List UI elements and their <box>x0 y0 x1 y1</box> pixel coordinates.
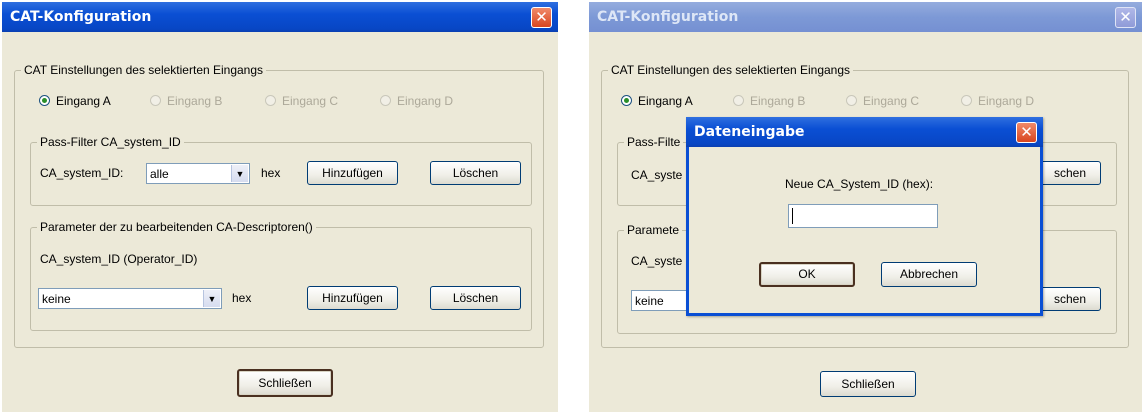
operator-id-label: CA_syste <box>631 254 683 268</box>
close-window-icon[interactable]: ✕ <box>531 7 552 28</box>
parameter-legend: Parameter der zu bearbeitenden CA-Descri… <box>37 220 316 234</box>
ca-system-id-combo[interactable]: alle ▼ <box>146 163 250 184</box>
radio-eingang-d: Eingang D <box>380 94 453 108</box>
close-button[interactable]: Schließen <box>820 371 916 397</box>
close-window-icon[interactable]: ✕ <box>1115 7 1136 28</box>
pass-filter-legend: Pass-Filte <box>624 135 684 149</box>
ca-system-id-label: CA_system_ID: <box>40 166 124 180</box>
radio-eingang-c: Eingang C <box>265 94 338 108</box>
radio-selected-icon <box>621 95 632 106</box>
add-button[interactable]: Hinzufügen <box>307 286 398 310</box>
radio-eingang-b: Eingang B <box>733 94 805 108</box>
radio-eingang-d: Eingang D <box>961 94 1034 108</box>
cat-settings-legend: CAT Einstellungen des selektierten Einga… <box>21 63 267 77</box>
combo-value: keine <box>42 291 71 306</box>
operator-id-combo[interactable]: keine ▼ <box>38 288 222 309</box>
radio-icon <box>733 95 744 106</box>
unit-hex-label: hex <box>261 166 281 180</box>
chevron-down-icon[interactable]: ▼ <box>231 165 248 182</box>
cancel-button[interactable]: Abbrechen <box>881 262 977 287</box>
radio-icon <box>846 95 857 106</box>
cat-settings-legend: CAT Einstellungen des selektierten Einga… <box>608 63 854 77</box>
radio-icon <box>150 95 161 106</box>
close-button[interactable]: Schließen <box>237 369 333 397</box>
ca-system-id-input[interactable] <box>788 204 938 228</box>
radio-selected-icon <box>39 95 50 106</box>
add-button[interactable]: Hinzufügen <box>307 161 398 185</box>
unit-hex-label: hex <box>232 291 252 305</box>
operator-id-label: CA_system_ID (Operator_ID) <box>40 252 198 266</box>
delete-button[interactable]: Löschen <box>430 161 521 185</box>
ok-button[interactable]: OK <box>759 262 855 287</box>
close-dialog-icon[interactable]: ✕ <box>1016 122 1037 143</box>
window-title: CAT-Konfiguration <box>10 9 152 25</box>
text-caret <box>792 208 793 224</box>
data-entry-dialog: Dateneingabe ✕ Neue CA_System_ID (hex): … <box>686 117 1043 316</box>
parameter-legend: Paramete <box>624 223 683 237</box>
dialog-title: Dateneingabe <box>694 124 805 140</box>
cat-config-window-left: CAT-Konfiguration ✕ CAT Einstellungen de… <box>2 2 558 412</box>
radio-eingang-a[interactable]: Eingang A <box>621 94 693 108</box>
radio-icon <box>265 95 276 106</box>
title-bar[interactable]: CAT-Konfiguration ✕ <box>589 2 1142 32</box>
prompt-label: Neue CA_System_ID (hex): <box>785 177 934 191</box>
radio-eingang-b: Eingang B <box>150 94 222 108</box>
parameter-group: Parameter der zu bearbeitenden CA-Descri… <box>30 220 532 331</box>
radio-icon <box>380 95 391 106</box>
ca-system-id-label: CA_syste <box>631 168 683 182</box>
chevron-down-icon[interactable]: ▼ <box>203 290 220 307</box>
combo-value: keine <box>635 293 664 308</box>
delete-button[interactable]: Löschen <box>430 286 521 310</box>
radio-icon <box>961 95 972 106</box>
title-bar[interactable]: CAT-Konfiguration ✕ <box>2 2 558 32</box>
combo-value: alle <box>150 166 169 181</box>
radio-eingang-a[interactable]: Eingang A <box>39 94 111 108</box>
radio-eingang-c: Eingang C <box>846 94 919 108</box>
title-bar[interactable]: Dateneingabe ✕ <box>686 117 1043 147</box>
window-title: CAT-Konfiguration <box>597 9 739 25</box>
pass-filter-legend: Pass-Filter CA_system_ID <box>37 135 184 149</box>
